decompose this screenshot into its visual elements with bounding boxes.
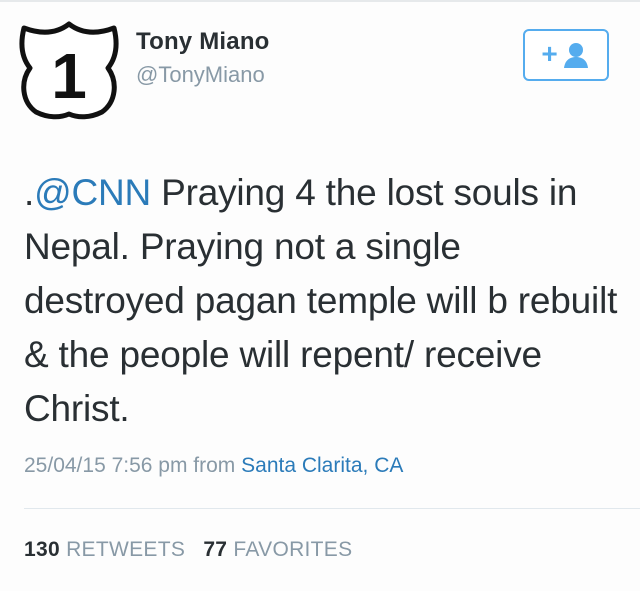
favorites-stat[interactable]: 77 FAVORITES bbox=[203, 538, 352, 561]
retweets-label: RETWEETS bbox=[66, 538, 186, 561]
favorites-count: 77 bbox=[203, 538, 228, 561]
person-icon bbox=[563, 43, 588, 68]
retweets-stat[interactable]: 130 RETWEETS bbox=[24, 538, 185, 561]
tweet-card: 1 Tony Miano @TonyMiano + .@CNN Praying … bbox=[0, 0, 640, 591]
avatar-number: 1 bbox=[51, 40, 87, 112]
follow-button[interactable]: + bbox=[523, 29, 609, 81]
avatar[interactable]: 1 bbox=[18, 18, 120, 122]
retweets-count: 130 bbox=[24, 538, 60, 561]
mention-link[interactable]: @CNN bbox=[34, 172, 151, 213]
location-link[interactable]: Santa Clarita, CA bbox=[241, 454, 403, 477]
plus-icon: + bbox=[541, 37, 558, 69]
favorites-label: FAVORITES bbox=[233, 538, 353, 561]
tweet-text: .@CNN Praying 4 the lost souls in Nepal.… bbox=[24, 166, 624, 436]
tweet-stats: 130 RETWEETS 77 FAVORITES bbox=[24, 538, 352, 562]
timestamp[interactable]: 25/04/15 7:56 pm from bbox=[24, 454, 235, 477]
top-divider bbox=[0, 0, 640, 2]
route-shield-icon: 1 bbox=[19, 21, 119, 120]
display-name[interactable]: Tony Miano bbox=[136, 28, 270, 56]
tweet-prefix: . bbox=[24, 172, 35, 213]
user-handle[interactable]: @TonyMiano bbox=[136, 62, 265, 88]
tweet-meta: 25/04/15 7:56 pm from Santa Clarita, CA bbox=[24, 454, 403, 478]
stats-divider bbox=[24, 508, 640, 509]
